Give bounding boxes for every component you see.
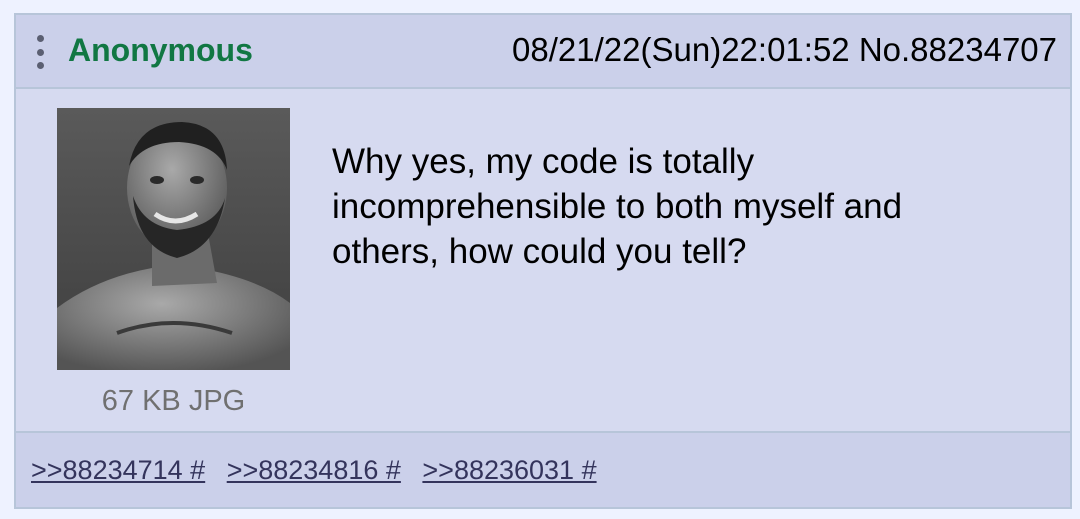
more-vertical-icon[interactable] [34,35,46,69]
photo-thumbnail-icon [57,108,290,370]
post-image-thumbnail[interactable] [57,108,290,370]
poster-name: Anonymous [68,32,253,68]
message-line: incomprehensible to both myself and [332,187,903,226]
reply-link[interactable]: >>88236031 # [422,455,596,485]
message-line: others, how could you tell? [332,232,747,271]
file-info: 67 KB JPG [101,385,246,417]
message-line: Why yes, my code is totally [332,142,755,181]
post-message: Why yes, my code is totally incomprehens… [332,139,1032,274]
post-date-and-number[interactable]: 08/21/22(Sun)22:01:52 No.88234707 [512,31,1057,69]
post-container: Anonymous 08/21/22(Sun)22:01:52 No.88234… [14,13,1072,509]
post-footer: >>88234714 # >>88234816 # >>88236031 # [16,431,1070,507]
post-header: Anonymous 08/21/22(Sun)22:01:52 No.88234… [16,15,1070,89]
reply-links: >>88234714 # >>88234816 # >>88236031 # [31,455,611,486]
reply-link[interactable]: >>88234816 # [227,455,401,485]
reply-link[interactable]: >>88234714 # [31,455,205,485]
